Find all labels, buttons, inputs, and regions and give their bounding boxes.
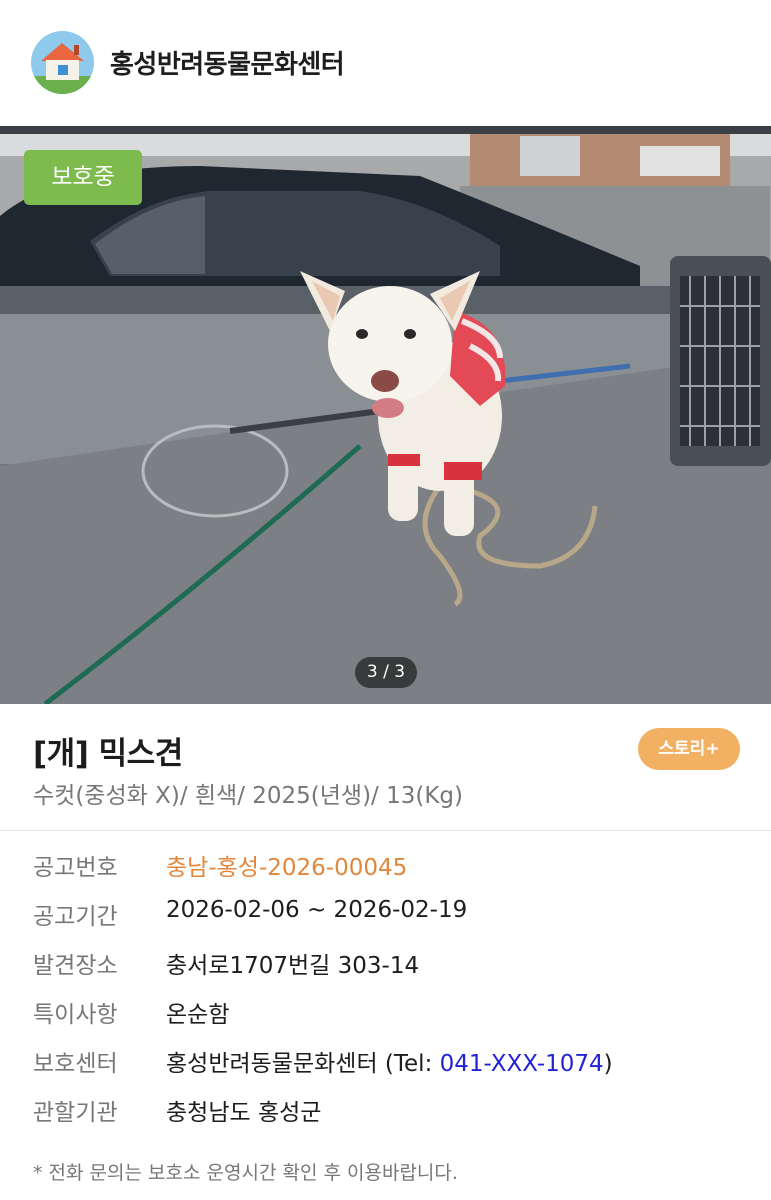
notice-period-label: 공고기간: [33, 904, 118, 930]
photo-page-indicator: 3 / 3: [355, 657, 417, 688]
info-row-shelter: 보호센터 홍성반려동물문화센터 (Tel: 041-XXX-1074): [33, 1044, 753, 1084]
shelter-name: 홍성반려동물문화센터 (Tel:: [166, 1051, 440, 1077]
shelter-label: 보호센터: [33, 1051, 118, 1077]
found-location-label: 발견장소: [33, 953, 118, 979]
story-button[interactable]: 스토리+: [638, 728, 740, 770]
info-row-notice-period: 공고기간 2026-02-06 ~ 2026-02-19: [33, 897, 753, 937]
info-row-agency: 관할기관 충청남도 홍성군: [33, 1093, 753, 1133]
animal-photo[interactable]: [0, 126, 771, 704]
animal-summary: 수컷(중성화 X)/ 흰색/ 2025(년생)/ 13(Kg): [33, 783, 464, 809]
footnote: * 전화 문의는 보호소 운영시간 확인 후 이용바랍니다.: [33, 1162, 458, 1184]
agency-value: 충청남도 홍성군: [166, 1100, 322, 1126]
app-header: 홍성반려동물문화센터: [0, 0, 771, 126]
shelter-tel-link[interactable]: 041-XXX-1074: [440, 1051, 604, 1077]
info-row-notice-number: 공고번호 충남-홍성-2026-00045: [33, 848, 753, 888]
status-badge: 보호중: [24, 150, 142, 205]
center-name: 홍성반려동물문화센터: [110, 50, 345, 80]
info-row-features: 특이사항 온순함: [33, 995, 753, 1035]
notice-number-label: 공고번호: [33, 855, 118, 881]
shelter-value: 홍성반려동물문화센터 (Tel: 041-XXX-1074): [166, 1044, 613, 1078]
notice-number-value: 충남-홍성-2026-00045: [166, 855, 408, 881]
notice-period-value: 2026-02-06 ~ 2026-02-19: [166, 897, 468, 923]
section-divider: [0, 830, 771, 831]
house-logo-icon[interactable]: [31, 31, 94, 94]
shelter-close-paren: ): [603, 1051, 613, 1077]
animal-title: [개] 믹스견: [33, 736, 183, 772]
agency-label: 관할기관: [33, 1100, 118, 1126]
features-label: 특이사항: [33, 1002, 118, 1028]
found-location-value: 충서로1707번길 303-14: [166, 953, 420, 979]
features-value: 온순함: [166, 1002, 230, 1028]
info-row-found-location: 발견장소 충서로1707번길 303-14: [33, 946, 753, 986]
